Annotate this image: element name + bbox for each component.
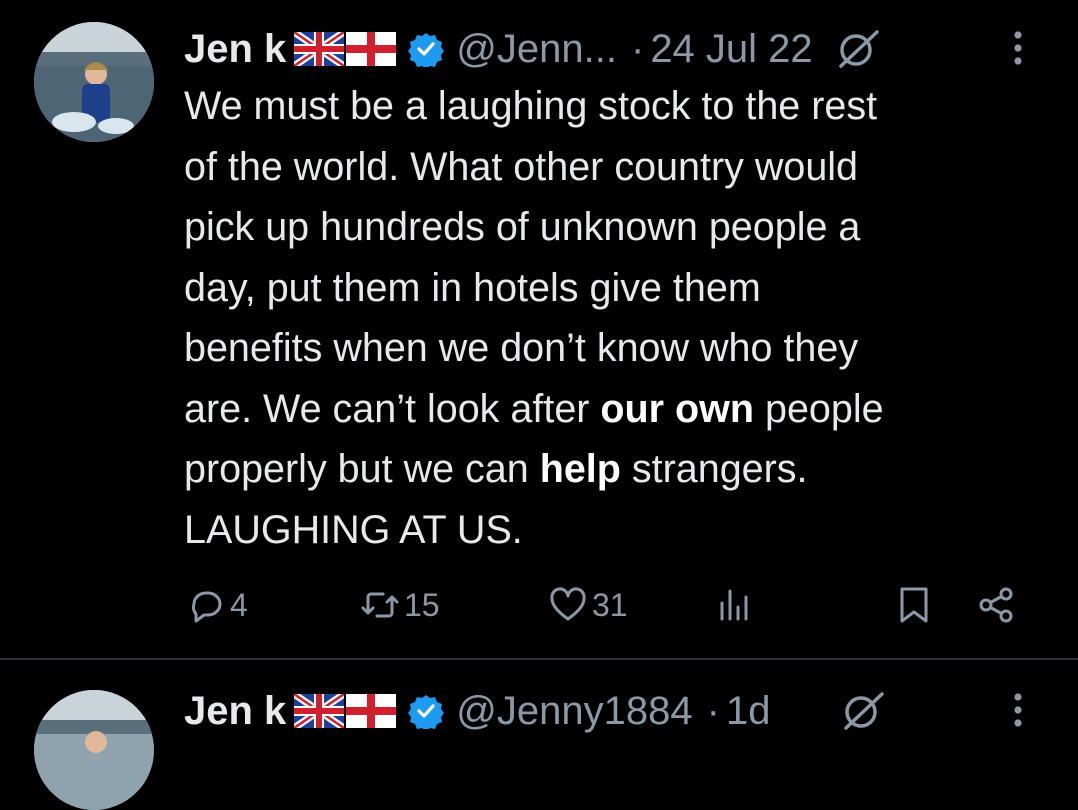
author-name[interactable]: Jen k (184, 689, 286, 734)
tweet-header: Jen k @Jenny1884 · 1d (184, 686, 886, 736)
tweet-text: We must be a laughing stock to the rest … (184, 76, 1044, 560)
text-span: properly but we can (184, 447, 540, 491)
retweet-icon (361, 592, 399, 618)
tweet-header: Jen k @Jenn... · 24 Jul 22 (184, 24, 881, 74)
share-icon (979, 587, 1013, 623)
tweet-line: pick up hundreds of unknown people a (184, 205, 861, 249)
text-span: are. We can’t look after (184, 386, 601, 431)
author-name[interactable]: Jen k (184, 27, 286, 72)
retweet-button[interactable]: 15 (360, 580, 440, 630)
views-icon (720, 589, 748, 621)
views-button[interactable] (714, 580, 754, 630)
text-span: strangers. (620, 447, 808, 491)
tweet-line: LAUGHING AT US. (184, 507, 523, 552)
tweet-line: day, put them in hotels give them (184, 265, 761, 310)
avatar[interactable] (34, 22, 154, 142)
tweet-line: benefits when we don’t know who they (184, 326, 859, 370)
tweet-date[interactable]: 24 Jul 22 (650, 27, 812, 72)
author-handle[interactable]: @Jenny1884 (456, 689, 692, 734)
england-flag-icon (346, 694, 397, 728)
bold-text: our own (600, 386, 755, 431)
reply-icon (191, 591, 222, 623)
bookmark-icon (900, 587, 928, 623)
reply-button[interactable]: 4 (186, 580, 248, 630)
tweet-line: properly but we can help strangers. (184, 439, 1044, 500)
action-bar: 4 15 31 (184, 580, 1044, 630)
retweet-count: 15 (404, 586, 440, 623)
tweet-line: are. We can’t look after our own people (184, 379, 1044, 440)
grok-icon[interactable] (835, 26, 881, 72)
tweet-date[interactable]: 1d (726, 689, 771, 734)
share-button[interactable] (976, 580, 1016, 630)
tweet-line: We must be a laughing stock to the rest (184, 84, 878, 128)
like-icon (550, 587, 586, 621)
separator: · (706, 688, 720, 733)
like-count: 31 (592, 586, 628, 623)
text-span: people (754, 386, 884, 431)
tweet-divider (0, 658, 1078, 660)
uk-flag-icon (294, 32, 345, 66)
like-button[interactable]: 31 (548, 580, 628, 630)
grok-icon[interactable] (840, 688, 886, 734)
avatar[interactable] (34, 690, 154, 810)
author-handle[interactable]: @Jenn... (456, 27, 617, 72)
more-icon[interactable] (1008, 28, 1028, 68)
tweet-line: of the world. What other country would (184, 144, 859, 189)
separator: · (630, 26, 645, 71)
verified-badge-icon[interactable] (408, 31, 445, 67)
bold-text: help (539, 447, 621, 491)
verified-badge-icon[interactable] (408, 693, 445, 729)
england-flag-icon (346, 32, 397, 66)
reply-count: 4 (230, 586, 248, 623)
bookmark-button[interactable] (894, 580, 934, 630)
more-icon[interactable] (1008, 690, 1028, 730)
uk-flag-icon (294, 694, 345, 728)
